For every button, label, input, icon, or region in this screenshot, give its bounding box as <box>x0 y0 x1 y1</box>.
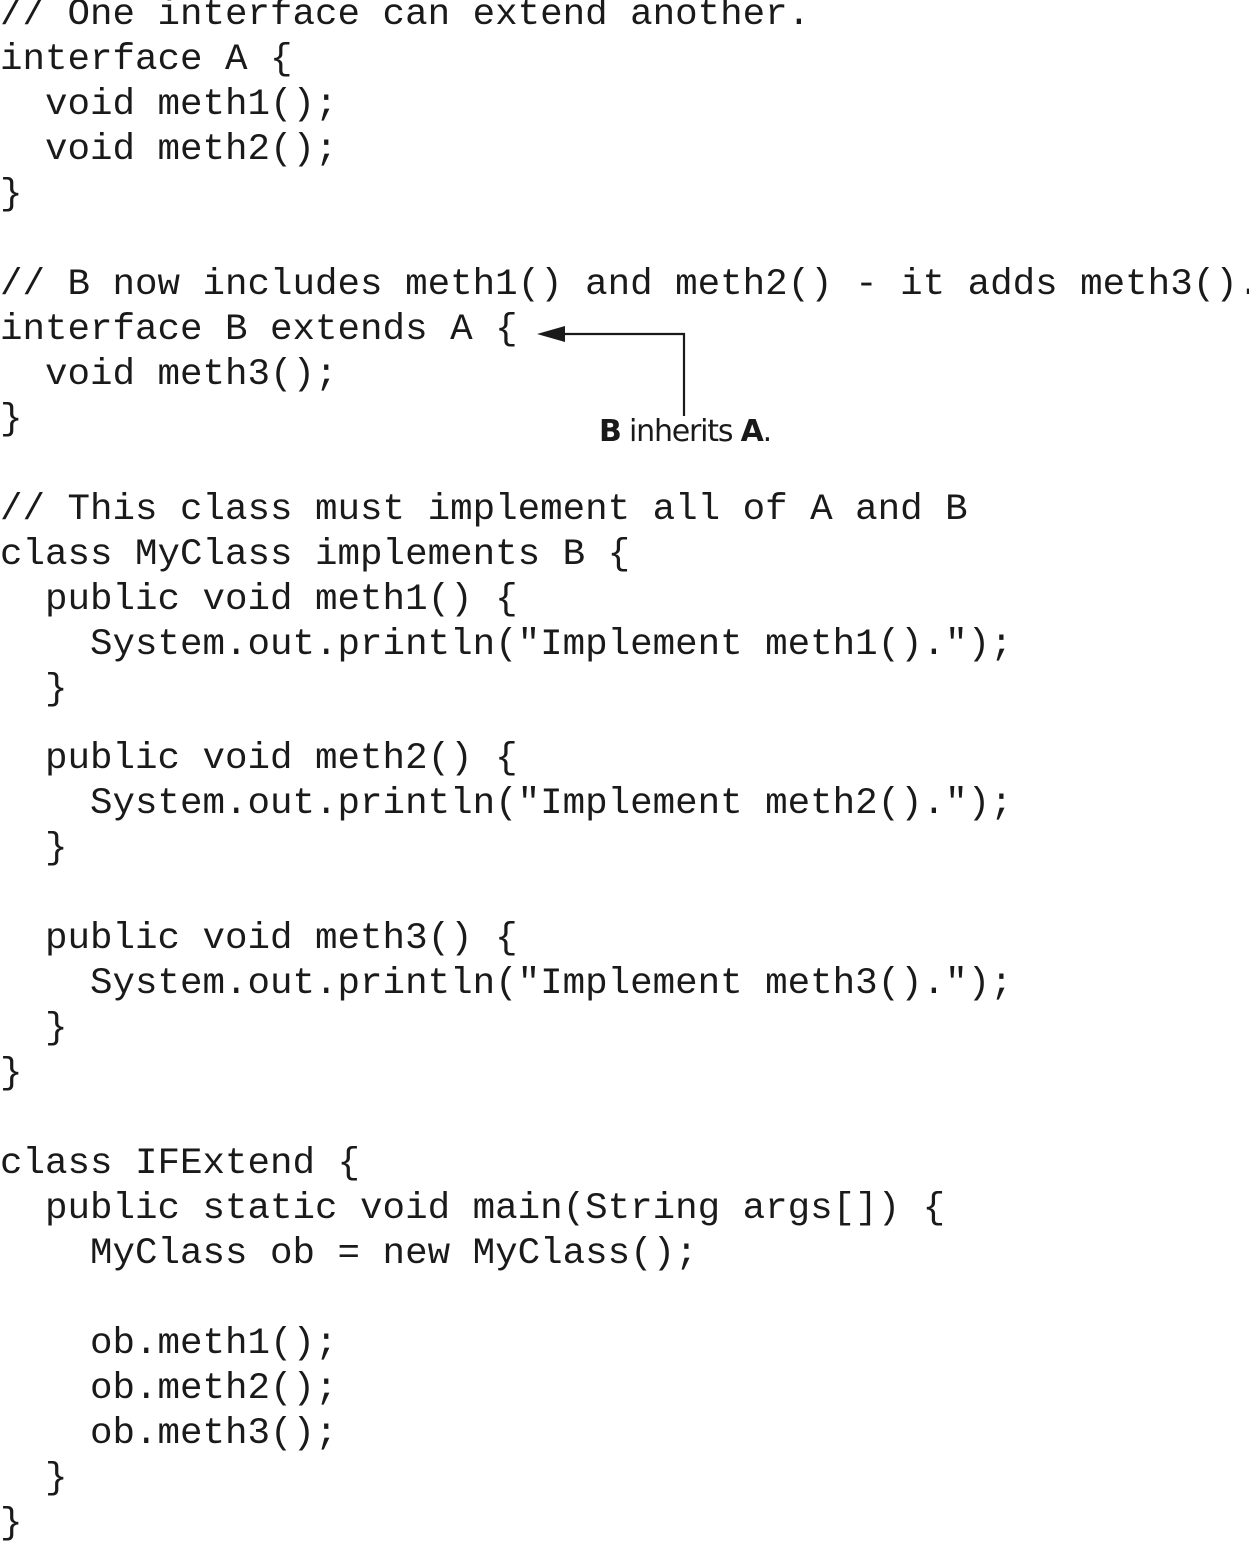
code-line: } <box>0 828 68 870</box>
code-listing: // One interface can extend another. int… <box>0 0 1249 1545</box>
code-line: void meth2(); <box>0 129 338 171</box>
code-line: public void meth3() { <box>0 918 518 960</box>
code-line: ob.meth3(); <box>0 1413 338 1455</box>
code-line: ob.meth1(); <box>0 1323 338 1365</box>
code-line: } <box>0 669 68 711</box>
code-line: } <box>0 1503 23 1545</box>
callout-period: . <box>762 414 773 449</box>
code-line: public void meth1() { <box>0 579 518 621</box>
code-line: class IFExtend { <box>0 1143 361 1185</box>
code-line: } <box>0 1053 23 1095</box>
code-line: MyClass ob = new MyClass(); <box>0 1233 698 1275</box>
callout-subject: B <box>599 414 622 449</box>
code-line: } <box>0 399 23 441</box>
code-line: // B now includes meth1() and meth2() - … <box>0 264 1249 306</box>
callout-label: B inherits A. <box>599 412 773 452</box>
code-line: } <box>0 1458 68 1500</box>
code-line: // One interface can extend another. <box>0 0 811 36</box>
code-line: void meth3(); <box>0 354 338 396</box>
code-line: System.out.println("Implement meth3().")… <box>0 963 1013 1005</box>
code-line: public void meth2() { <box>0 738 518 780</box>
code-line: // This class must implement all of A an… <box>0 489 968 531</box>
code-line: System.out.println("Implement meth2().")… <box>0 783 1013 825</box>
code-line: void meth1(); <box>0 84 338 126</box>
callout-object: A <box>740 414 764 449</box>
code-line: interface B extends A { <box>0 309 518 351</box>
code-line: } <box>0 1008 68 1050</box>
code-line: public static void main(String args[]) { <box>0 1188 946 1230</box>
code-line: ob.meth2(); <box>0 1368 338 1410</box>
code-line: System.out.println("Implement meth1().")… <box>0 624 1013 666</box>
code-line: interface A { <box>0 39 293 81</box>
code-line: } <box>0 174 23 216</box>
code-line: class MyClass implements B { <box>0 534 631 576</box>
callout-verb: inherits <box>620 414 741 449</box>
